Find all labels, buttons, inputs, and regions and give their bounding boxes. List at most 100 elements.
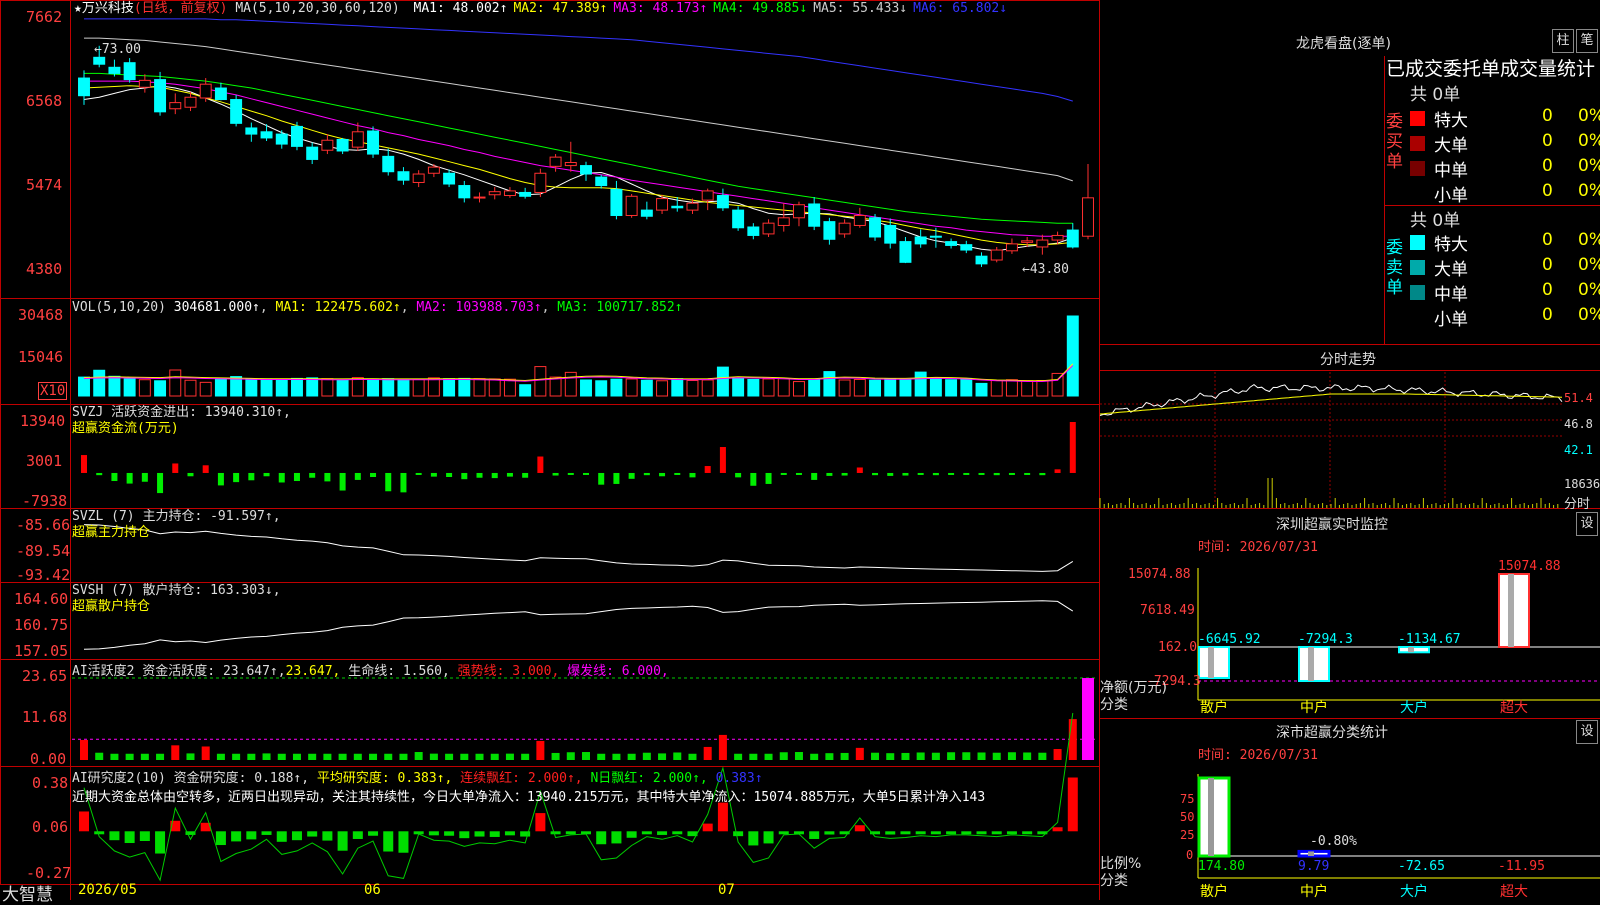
- candle-body: [747, 226, 760, 236]
- monitor-axis-label: 净额(万元) 分类: [1100, 680, 1167, 713]
- buy-count-0: 0: [1542, 106, 1553, 126]
- volume-bar: [184, 379, 197, 397]
- fund-flow-bar: [583, 472, 589, 475]
- fund-flow-bar: [719, 447, 726, 473]
- stats-settings-button[interactable]: 设: [1576, 720, 1598, 744]
- ma-value-6: MA6: 65.802↓: [913, 1, 1008, 16]
- volume-bar: [138, 379, 151, 397]
- activity-bar: [429, 753, 438, 760]
- kline-y-tick-2: 5474: [26, 176, 63, 194]
- air-y-tick-0: 0.38: [32, 774, 69, 792]
- svzj-y-tick-0: 13940: [20, 412, 66, 430]
- high-label: ←73.00: [94, 42, 141, 57]
- sell-pct-1: 0%: [1578, 255, 1600, 275]
- bar-mode-button[interactable]: 柱: [1552, 29, 1574, 53]
- kline-header: ★万兴科技(日线，前复权) MA(5,10,20,30,60,120) MA1:…: [74, 0, 1007, 17]
- svsh-header: SVSH (7) 散户持仓: 163.303↓, 超赢散户持仓: [72, 583, 281, 614]
- monitor-value-label-1: -7294.3: [1298, 632, 1353, 647]
- candle-body: [975, 255, 988, 265]
- buy-label-2: 中单: [1434, 161, 1468, 181]
- activity-bar: [794, 752, 803, 760]
- candle-body: [960, 244, 973, 251]
- sell-count-2: 0: [1542, 280, 1553, 300]
- candle-body: [671, 205, 684, 209]
- volume-bar: [792, 381, 805, 397]
- activity-bar: [232, 753, 241, 760]
- fund-flow-bar: [887, 472, 894, 476]
- activity-bar: [810, 753, 819, 760]
- stats-category-1: 中户: [1300, 883, 1328, 900]
- volume-bar: [1005, 379, 1018, 397]
- candle-body: [595, 176, 608, 187]
- research-bar: [641, 831, 652, 835]
- fund-flow-bar: [324, 472, 331, 482]
- candle-body: [1051, 234, 1064, 241]
- candle-body: [1082, 197, 1094, 237]
- activity-bar: [369, 753, 378, 760]
- research-bar: [444, 831, 455, 836]
- candle-body: [412, 173, 425, 183]
- candle-body: [519, 191, 532, 197]
- monitor-settings-button[interactable]: 设: [1576, 512, 1598, 536]
- research-bar: [900, 831, 911, 835]
- volume-bar: [853, 378, 866, 397]
- stats-category-0: 散户: [1200, 883, 1228, 900]
- volume-bar: [367, 378, 380, 397]
- candle-body: [1005, 243, 1018, 252]
- candle-body: [914, 236, 927, 245]
- ma-values: MA1: 48.002↑ MA2: 47.389↑ MA3: 48.173↑ MA4:…: [408, 1, 1008, 16]
- candle-body: [1036, 239, 1049, 248]
- activity-bar: [384, 753, 393, 760]
- buy-label-3: 小单: [1434, 186, 1468, 206]
- research-bar: [428, 831, 439, 836]
- volume-bar: [625, 378, 638, 397]
- tick-mode-button[interactable]: 笔: [1576, 29, 1598, 53]
- buy-swatch-2: [1410, 161, 1425, 176]
- candle-body: [899, 241, 912, 263]
- candle-body: [625, 195, 638, 216]
- activity-bar: [1053, 749, 1062, 760]
- fund-flow-bar: [1024, 472, 1031, 475]
- fund-flow-bar: [537, 456, 544, 473]
- svsh-y-tick-2: 157.05: [14, 642, 69, 660]
- research-bar: [474, 831, 485, 837]
- activity-bar: [749, 753, 758, 760]
- activity-bar: [703, 746, 712, 760]
- fund-flow-bar: [1069, 422, 1076, 473]
- fund-flow-bar: [370, 472, 377, 477]
- research-bar: [124, 831, 135, 844]
- candle-body: [610, 188, 623, 216]
- fund-flow-bar: [659, 472, 666, 477]
- stats-value-label-0: 174.80: [1198, 859, 1245, 874]
- candle-body: [230, 99, 243, 124]
- svzj-header: SVZJ 活跃资金进出: 13940.310↑, 超赢资金流(万元): [72, 405, 291, 436]
- fund-flow-bar: [628, 472, 635, 479]
- fund-flow-bar: [902, 472, 909, 476]
- candle-body: [869, 217, 882, 238]
- stock-title[interactable]: ★万兴科技: [74, 1, 134, 16]
- candle-body: [93, 56, 106, 65]
- activity-bar: [1038, 752, 1047, 760]
- stats-axis-label: 比例% 分类: [1100, 856, 1142, 889]
- stats-pct-label: -0.80%: [1310, 834, 1357, 849]
- fund-flow-bar: [446, 472, 453, 477]
- volume-bar: [975, 382, 988, 397]
- candle-body: [169, 102, 182, 110]
- research-bar: [961, 831, 972, 835]
- candle-body: [549, 156, 562, 167]
- monitor-bar-shade-3: [1508, 574, 1514, 647]
- buy-pct-3: 0%: [1578, 181, 1600, 201]
- stats-tab-title[interactable]: 已成交委托单成交量统计: [1386, 54, 1595, 81]
- candle-body: [792, 204, 805, 219]
- brand-label: 大智慧: [2, 885, 53, 905]
- research-bar: [276, 831, 287, 842]
- research-bar: [672, 831, 683, 835]
- monitor-title: 深圳超赢实时监控: [1276, 517, 1388, 533]
- candle-body: [929, 235, 942, 238]
- research-bar: [139, 831, 150, 841]
- buy-pct-2: 0%: [1578, 156, 1600, 176]
- volume-bar: [747, 378, 760, 397]
- sell-label-3: 小单: [1434, 310, 1468, 330]
- candle-body: [336, 138, 349, 152]
- intraday-title: 分时走势: [1320, 352, 1376, 368]
